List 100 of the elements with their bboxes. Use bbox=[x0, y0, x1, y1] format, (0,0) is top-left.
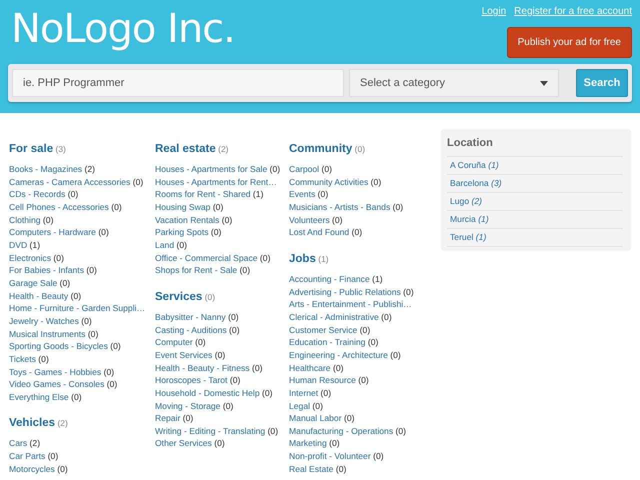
category-link[interactable]: Garage Sale bbox=[9, 278, 58, 288]
category-link[interactable]: CDs - Records bbox=[9, 189, 66, 200]
category-link[interactable]: Marketing bbox=[289, 438, 327, 448]
category-link[interactable]: Cameras - Camera Accessories bbox=[9, 176, 130, 187]
category-count: (0) bbox=[88, 328, 98, 339]
category-count: (0) bbox=[262, 388, 273, 398]
category-link[interactable]: Home - Furniture - Garden Suppli… bbox=[9, 303, 146, 314]
category-link[interactable]: Carpool bbox=[289, 164, 320, 174]
section-title[interactable]: Community bbox=[289, 143, 352, 155]
category-link[interactable]: Repair bbox=[155, 413, 180, 424]
category-count: (0) bbox=[260, 252, 270, 263]
category-link[interactable]: Health - Beauty bbox=[9, 290, 68, 301]
section-title[interactable]: Jobs bbox=[289, 252, 316, 265]
category-link[interactable]: DVD bbox=[9, 240, 28, 250]
category-link[interactable]: Lost And Found bbox=[289, 227, 350, 238]
category-link[interactable]: Babysitter - Nanny bbox=[155, 312, 226, 322]
category-link[interactable]: Electronics bbox=[9, 252, 52, 263]
category-link[interactable]: Video Games - Consoles bbox=[9, 379, 104, 390]
category-link[interactable]: Houses - Apartments for Rent… bbox=[155, 176, 277, 187]
category-link[interactable]: Motorcycles bbox=[9, 464, 55, 474]
category-link[interactable]: Tickets bbox=[9, 354, 36, 364]
category-link[interactable]: Toys - Games - Hobbies bbox=[9, 366, 102, 376]
category-link[interactable]: Household - Domestic Help bbox=[155, 388, 260, 398]
category-link[interactable]: Customer Service bbox=[289, 324, 358, 335]
category-link[interactable]: Human Resource bbox=[289, 375, 356, 386]
category-count: (1) bbox=[30, 240, 40, 250]
category-link[interactable]: Events bbox=[289, 189, 316, 200]
category-link[interactable]: Real Estate bbox=[289, 464, 334, 474]
category-count: (0) bbox=[322, 164, 332, 174]
category-link[interactable]: Car Parts bbox=[9, 451, 46, 462]
category-count: (0) bbox=[228, 312, 239, 322]
category-link[interactable]: Everything Else bbox=[9, 392, 69, 402]
search-button[interactable]: Search bbox=[576, 69, 628, 97]
category-link[interactable]: Casting - Auditions bbox=[155, 324, 227, 335]
location-link[interactable]: A Coruña bbox=[450, 160, 486, 170]
category-count: (1) bbox=[252, 189, 264, 200]
caret-icon bbox=[540, 80, 548, 86]
category-count: (0) bbox=[312, 400, 323, 410]
location-link[interactable]: Lugo bbox=[450, 196, 470, 206]
search-field[interactable]: ie. PHP Programmer bbox=[12, 69, 344, 97]
section-title[interactable]: Services bbox=[155, 290, 202, 303]
category-link[interactable]: Computer bbox=[155, 337, 193, 348]
category-link[interactable]: Vacation Rentals bbox=[155, 214, 220, 225]
category-link[interactable]: Non-profit - Volunteer bbox=[289, 451, 371, 462]
category-link[interactable]: Advertising - Public Relations bbox=[289, 286, 401, 297]
category-link[interactable]: Accounting - Finance bbox=[289, 274, 370, 284]
category-link[interactable]: Sporting Goods - Bicycles bbox=[9, 341, 108, 352]
category-link[interactable]: Education - Training bbox=[289, 337, 366, 348]
category-count: (0) bbox=[98, 227, 109, 238]
category-link[interactable]: Arts - Entertainment - Publishi… bbox=[289, 299, 412, 310]
category-link[interactable]: Musical Instruments bbox=[9, 328, 86, 339]
category-link[interactable]: Manual Labor bbox=[289, 413, 342, 424]
location-link[interactable]: Barcelona bbox=[450, 178, 489, 188]
section-count: (0) bbox=[354, 144, 366, 154]
category-link[interactable]: Clothing bbox=[9, 214, 41, 225]
location-link[interactable]: Murcia bbox=[450, 214, 476, 224]
category-link[interactable]: Cars bbox=[9, 438, 28, 448]
category-count: (0) bbox=[318, 189, 328, 200]
category-link[interactable]: For Babies - Infants bbox=[9, 265, 84, 276]
section-title[interactable]: For sale bbox=[9, 143, 54, 155]
location-count: (1) bbox=[478, 214, 489, 224]
category-link[interactable]: Health - Beauty - Fitness bbox=[155, 362, 250, 373]
category-link[interactable]: Internet bbox=[289, 388, 318, 398]
category-link[interactable]: Computers - Hardware bbox=[9, 227, 96, 238]
category-link[interactable]: Horoscopes - Tarot bbox=[155, 375, 228, 386]
category-link[interactable]: Rooms for Rent - Shared bbox=[155, 189, 251, 200]
category-link[interactable]: Moving - Storage bbox=[155, 400, 220, 410]
category-link[interactable]: Healthcare bbox=[289, 362, 331, 373]
category-link[interactable]: Housing Swap bbox=[155, 202, 210, 212]
section-title[interactable]: Vehicles bbox=[9, 417, 56, 430]
section-count: (1) bbox=[318, 254, 329, 264]
category-count: (0) bbox=[360, 324, 370, 335]
category-link[interactable]: Writing - Editing - Translating bbox=[155, 426, 266, 436]
category-link[interactable]: Jewelry - Watches bbox=[9, 316, 79, 326]
category-link[interactable]: Clerical - Administrative bbox=[289, 312, 379, 322]
category-link[interactable]: Engineering - Architecture bbox=[289, 350, 388, 360]
category-link[interactable]: Musicians - Artists - Bands bbox=[289, 202, 390, 212]
category-link[interactable]: Cell Phones - Accessories bbox=[9, 202, 109, 212]
category-count: (0) bbox=[222, 214, 232, 225]
publish-ad-button[interactable]: Publish your ad for free bbox=[506, 27, 632, 58]
category-link[interactable]: Land bbox=[155, 240, 174, 250]
category-link[interactable]: Manufacturing - Operations bbox=[289, 426, 394, 436]
category-count: (0) bbox=[358, 375, 369, 386]
location-title: Location bbox=[447, 133, 623, 156]
category-link[interactable]: Houses - Apartments for Sale bbox=[155, 164, 268, 174]
section-title[interactable]: Real estate bbox=[155, 143, 216, 155]
category-count: (0) bbox=[368, 337, 378, 348]
location-link[interactable]: Teruel bbox=[450, 232, 474, 242]
category-count: (0) bbox=[81, 316, 92, 326]
category-link[interactable]: Community Activities bbox=[289, 176, 368, 187]
category-link[interactable]: Legal bbox=[289, 400, 310, 410]
category-link[interactable]: Office - Commercial Space bbox=[155, 252, 258, 263]
category-link[interactable]: Volunteers bbox=[289, 214, 330, 225]
category-link[interactable]: Shops for Rent - Sale bbox=[155, 265, 238, 276]
category-select[interactable]: Select a category bbox=[349, 69, 559, 97]
category-link[interactable]: Books - Magazines bbox=[9, 164, 82, 174]
category-link[interactable]: Parking Spots bbox=[155, 227, 209, 238]
category-link[interactable]: Event Services bbox=[155, 350, 212, 360]
section-count: (0) bbox=[204, 292, 216, 302]
category-link[interactable]: Other Services bbox=[155, 438, 212, 448]
